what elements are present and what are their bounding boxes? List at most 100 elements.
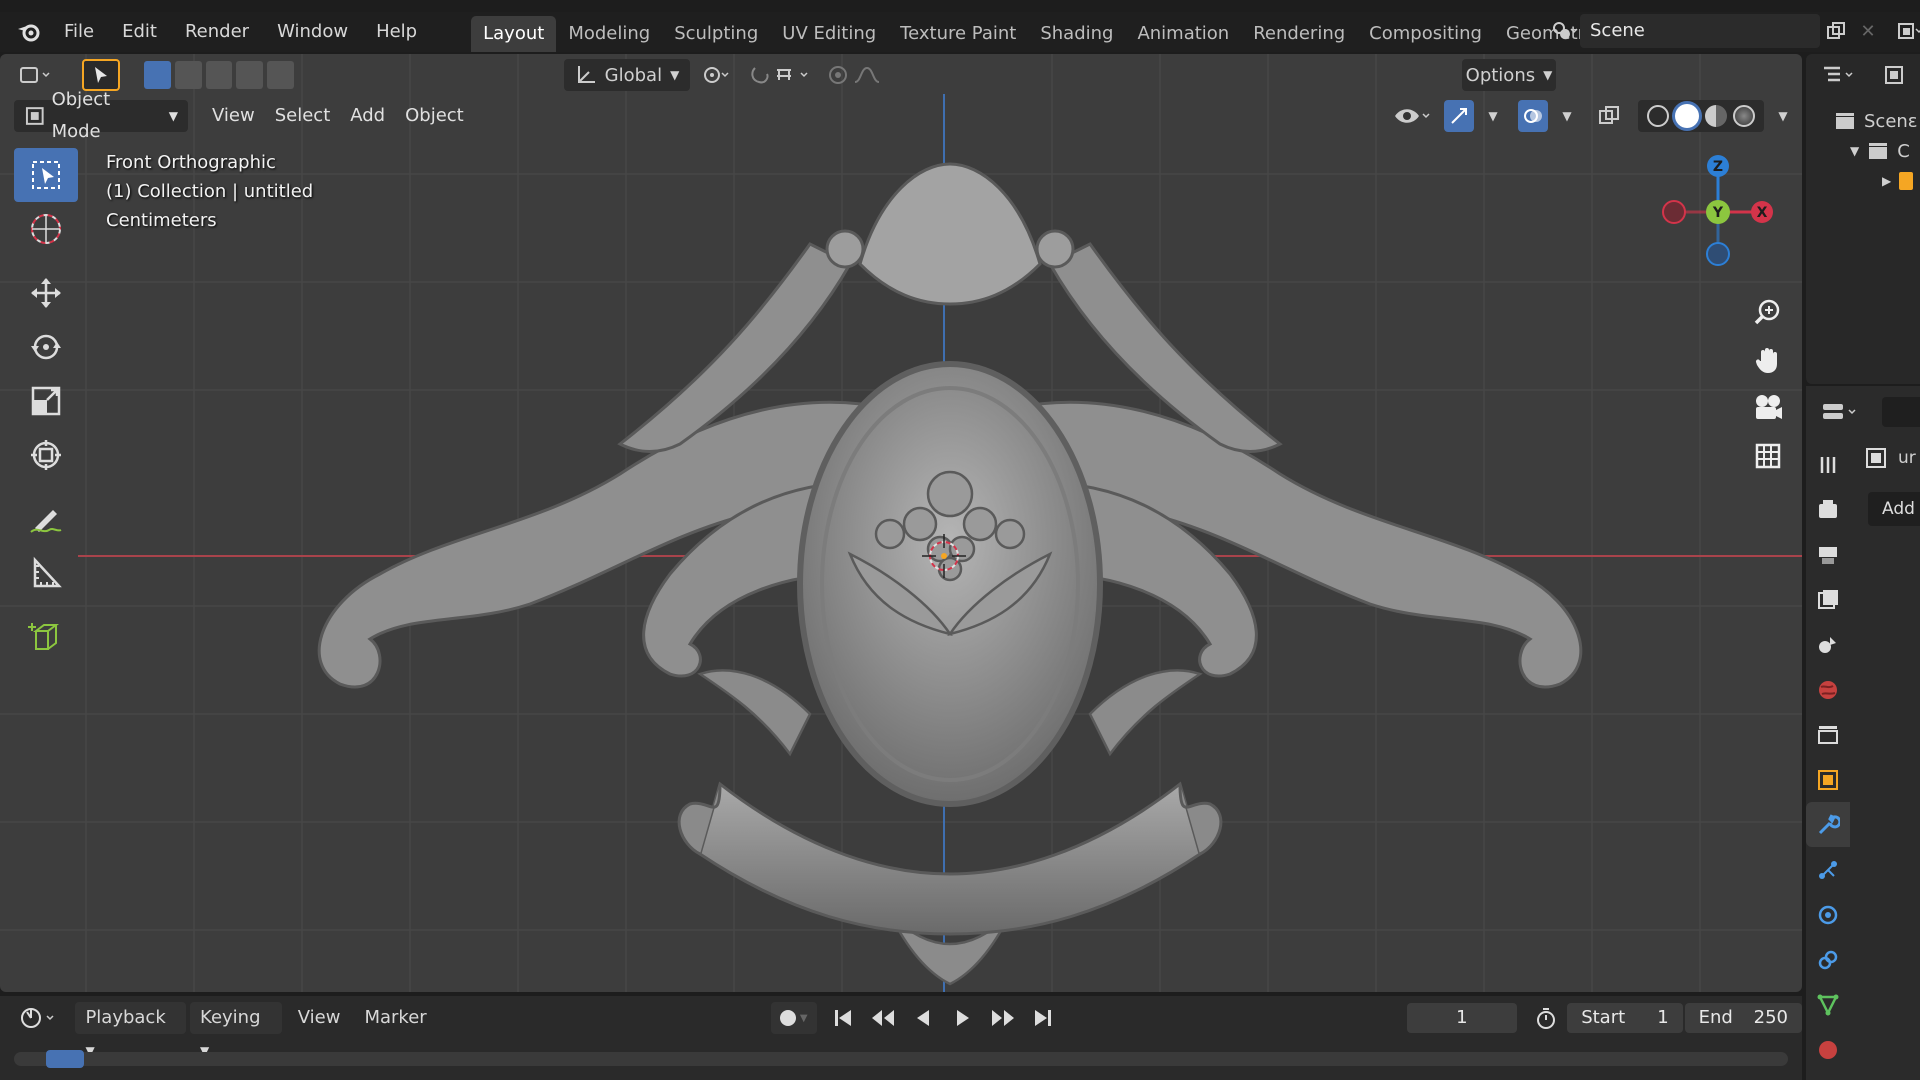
menu-add[interactable]: Add: [340, 100, 395, 132]
marker-menu[interactable]: Marker: [354, 1002, 436, 1034]
options-dropdown[interactable]: Options ▼: [1462, 59, 1556, 91]
measure-tool-icon[interactable]: [14, 546, 78, 600]
close-scene-icon[interactable]: ✕: [1852, 15, 1884, 47]
gizmo-y-axis[interactable]: Y: [1706, 200, 1730, 224]
view-layer-properties-icon[interactable]: [1806, 577, 1850, 622]
outliner-row-collection[interactable]: ▼ C: [1806, 136, 1920, 166]
scene-name-field[interactable]: Scene: [1580, 14, 1820, 48]
select-box-tool-icon[interactable]: [14, 148, 78, 202]
wireframe-shading-icon[interactable]: [1647, 105, 1669, 127]
play-icon[interactable]: [949, 1002, 977, 1034]
timeline-view-menu[interactable]: View: [288, 1002, 351, 1034]
constraint-properties-icon[interactable]: [1806, 937, 1850, 982]
menu-window[interactable]: Window: [263, 15, 362, 49]
stopwatch-icon[interactable]: [1529, 1002, 1563, 1034]
transform-orientation-dropdown[interactable]: Global ▼: [564, 59, 690, 91]
data-properties-icon[interactable]: [1806, 982, 1850, 1027]
timeline-editor-type-icon[interactable]: [14, 1002, 63, 1034]
orthographic-toggle-icon[interactable]: [1746, 432, 1790, 480]
zoom-icon[interactable]: [1746, 288, 1790, 336]
playhead[interactable]: [46, 1050, 84, 1068]
jump-start-icon[interactable]: [829, 1002, 857, 1034]
keying-menu[interactable]: Keying ▼: [190, 1002, 282, 1058]
gizmo-x-axis[interactable]: X: [1751, 201, 1773, 223]
cursor-tool-icon[interactable]: [14, 202, 78, 256]
scale-tool-icon[interactable]: [14, 374, 78, 428]
modifier-properties-icon[interactable]: [1806, 802, 1850, 847]
current-frame-field[interactable]: 1: [1406, 1003, 1517, 1033]
particle-properties-icon[interactable]: [1806, 847, 1850, 892]
move-tool-icon[interactable]: [14, 266, 78, 320]
playback-menu[interactable]: Playback ▼: [75, 1002, 187, 1058]
object-properties-icon[interactable]: [1806, 757, 1850, 802]
proportional-editing-icon[interactable]: [824, 59, 890, 91]
jump-keyframe-forward-icon[interactable]: [989, 1002, 1017, 1034]
select-subtract-icon[interactable]: [205, 61, 233, 89]
properties-editor-type-icon[interactable]: [1818, 396, 1864, 428]
outliner-editor-type-icon[interactable]: [1816, 59, 1864, 91]
snapping-icon[interactable]: [744, 59, 820, 91]
gizmo-toggle-icon[interactable]: [1444, 100, 1474, 132]
tab-layout[interactable]: Layout: [471, 16, 557, 52]
3d-viewport[interactable]: Global ▼ Options ▼ Object Mode ▼ View Se…: [0, 54, 1802, 992]
tab-compositing[interactable]: Compositing: [1357, 16, 1494, 52]
jump-keyframe-back-icon[interactable]: [869, 1002, 897, 1034]
menu-edit[interactable]: Edit: [108, 15, 171, 49]
navigation-gizmo[interactable]: Z X Y: [1650, 150, 1780, 280]
menu-view[interactable]: View: [202, 100, 265, 132]
chevron-down-icon[interactable]: ▼: [1556, 100, 1578, 132]
auto-keying-icon[interactable]: ▼: [770, 1002, 817, 1034]
scene-properties-icon[interactable]: [1806, 622, 1850, 667]
tab-modeling[interactable]: Modeling: [556, 16, 662, 52]
solid-shading-icon[interactable]: [1675, 104, 1699, 128]
add-cube-tool-icon[interactable]: [14, 610, 78, 664]
select-invert-icon[interactable]: [236, 61, 264, 89]
tab-sculpting[interactable]: Sculpting: [662, 16, 770, 52]
end-frame-field[interactable]: End 250: [1684, 1003, 1802, 1033]
xray-toggle-icon[interactable]: [1592, 100, 1626, 132]
world-properties-icon[interactable]: [1806, 667, 1850, 712]
annotate-tool-icon[interactable]: [14, 492, 78, 546]
3d-cursor-icon[interactable]: [922, 534, 966, 578]
pivot-point-icon[interactable]: [694, 59, 740, 91]
tab-rendering[interactable]: Rendering: [1241, 16, 1357, 52]
menu-render[interactable]: Render: [171, 15, 263, 49]
select-extend-icon[interactable]: [174, 61, 202, 89]
camera-view-icon[interactable]: [1746, 384, 1790, 432]
tab-shading[interactable]: Shading: [1028, 16, 1125, 52]
menu-select[interactable]: Select: [265, 100, 341, 132]
duplicate-scene-icon[interactable]: [1820, 15, 1852, 47]
select-intersect-icon[interactable]: [267, 61, 294, 89]
collection-properties-icon[interactable]: [1806, 712, 1850, 757]
render-properties-icon[interactable]: [1806, 487, 1850, 532]
material-shading-icon[interactable]: [1705, 105, 1727, 127]
menu-file[interactable]: File: [50, 15, 108, 49]
rotate-tool-icon[interactable]: [14, 320, 78, 374]
timeline-scrubber[interactable]: [14, 1050, 1788, 1068]
transform-tool-icon[interactable]: [14, 428, 78, 482]
tab-texture-paint[interactable]: Texture Paint: [888, 16, 1028, 52]
add-modifier-button[interactable]: Add M: [1868, 492, 1920, 526]
gizmo-z-axis[interactable]: Z: [1707, 155, 1729, 177]
output-properties-icon[interactable]: [1806, 532, 1850, 577]
physics-properties-icon[interactable]: [1806, 892, 1850, 937]
object-mode-dropdown[interactable]: Object Mode ▼: [14, 89, 188, 142]
material-properties-icon[interactable]: [1806, 1027, 1850, 1072]
tab-animation[interactable]: Animation: [1125, 16, 1241, 52]
view-layer-icon[interactable]: [1894, 15, 1920, 47]
outliner-row-scene[interactable]: Scenε: [1806, 106, 1920, 136]
visibility-eye-icon[interactable]: [1390, 100, 1436, 132]
rendered-shading-icon[interactable]: [1733, 105, 1755, 127]
scene-type-icon[interactable]: [1548, 15, 1580, 47]
start-frame-field[interactable]: Start 1: [1567, 1003, 1683, 1033]
menu-help[interactable]: Help: [362, 15, 431, 49]
tab-uv-editing[interactable]: UV Editing: [770, 16, 888, 52]
overlays-toggle-icon[interactable]: [1518, 100, 1548, 132]
pan-hand-icon[interactable]: [1746, 336, 1790, 384]
play-reverse-icon[interactable]: [909, 1002, 937, 1034]
display-mode-icon[interactable]: [1876, 59, 1916, 91]
menu-object[interactable]: Object: [395, 100, 474, 132]
outliner-row-object[interactable]: ▶: [1806, 166, 1920, 196]
chevron-down-icon[interactable]: ▼: [1482, 100, 1504, 132]
chevron-down-icon[interactable]: ▼: [1772, 100, 1794, 132]
